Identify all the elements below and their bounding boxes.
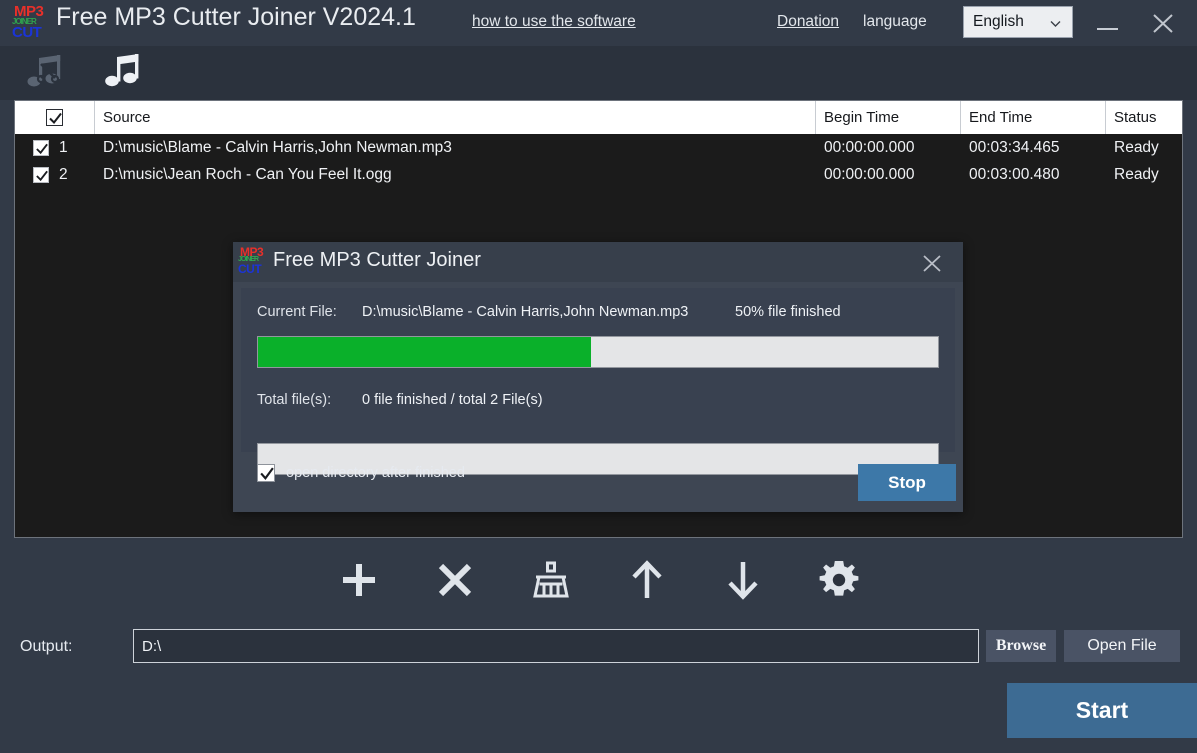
current-file-value: D:\music\Blame - Calvin Harris,John Newm…: [362, 304, 688, 320]
current-file-progress-fill: [258, 337, 591, 367]
row-checkbox[interactable]: [33, 167, 49, 183]
move-up-button[interactable]: [621, 554, 673, 606]
start-button[interactable]: Start: [1007, 683, 1197, 738]
file-list-header: Source Begin Time End Time Status: [15, 101, 1182, 134]
column-header-end-time[interactable]: End Time: [961, 101, 1106, 134]
total-files-label: Total file(s):: [257, 392, 331, 408]
current-file-percent: 50% file finished: [735, 304, 841, 320]
dialog-logo-line-3: CUT: [238, 262, 261, 276]
output-label: Output:: [20, 638, 72, 656]
column-header-status[interactable]: Status: [1106, 101, 1182, 134]
app-window: MP3 JOINER CUT Free MP3 Cutter Joiner V2…: [0, 0, 1197, 753]
row-end-time: 00:03:34.465: [961, 139, 1106, 157]
progress-dialog: MP3 JOINER CUT Free MP3 Cutter Joiner Cu…: [233, 242, 963, 512]
row-status: Ready: [1106, 139, 1182, 157]
row-checkbox[interactable]: [33, 140, 49, 156]
donation-link[interactable]: Donation: [777, 13, 839, 31]
settings-button[interactable]: [813, 554, 865, 606]
row-index: 1: [59, 139, 73, 157]
checkmark-icon: [48, 111, 63, 126]
logo-line-3: CUT: [12, 25, 41, 40]
arrow-down-icon: [719, 556, 767, 604]
checkmark-icon: [35, 142, 49, 156]
checkmark-icon: [259, 466, 275, 482]
dialog-close-button[interactable]: [919, 251, 945, 275]
column-header-source[interactable]: Source: [95, 101, 816, 134]
open-file-button[interactable]: Open File: [1064, 630, 1180, 662]
close-icon: [1143, 8, 1183, 38]
row-end-time: 00:03:00.480: [961, 166, 1106, 184]
dialog-progress-panel: Current File: D:\music\Blame - Calvin Ha…: [241, 288, 955, 452]
language-select[interactable]: English: [963, 6, 1073, 38]
remove-file-button[interactable]: [429, 554, 481, 606]
move-down-button[interactable]: [717, 554, 769, 606]
current-file-label: Current File:: [257, 304, 337, 320]
tab-joiner[interactable]: [84, 46, 162, 100]
current-file-progress-bar: [257, 336, 939, 368]
app-title: Free MP3 Cutter Joiner V2024.1: [56, 3, 416, 32]
row-begin-time: 00:00:00.000: [816, 166, 961, 184]
app-logo-icon: MP3 JOINER CUT: [10, 3, 62, 43]
close-icon: [919, 251, 945, 275]
clear-list-button[interactable]: [525, 554, 577, 606]
tab-strip: [0, 46, 1197, 100]
chevron-down-icon: [1050, 16, 1061, 27]
table-row[interactable]: 2 D:\music\Jean Roch - Can You Feel It.o…: [15, 161, 1182, 188]
row-status: Ready: [1106, 166, 1182, 184]
browse-button[interactable]: Browse: [986, 630, 1056, 662]
minimize-button[interactable]: [1090, 10, 1126, 36]
broom-icon: [527, 556, 575, 604]
dialog-title-bar: MP3 JOINER CUT Free MP3 Cutter Joiner: [233, 242, 963, 282]
select-all-cell[interactable]: [15, 101, 95, 134]
stop-button[interactable]: Stop: [858, 464, 956, 501]
open-directory-checkbox[interactable]: [257, 464, 275, 482]
close-button[interactable]: [1143, 8, 1183, 38]
output-path-input[interactable]: D:\: [133, 629, 979, 663]
column-header-begin-time[interactable]: Begin Time: [816, 101, 961, 134]
music-note-scissors-icon: [25, 52, 65, 95]
dialog-title: Free MP3 Cutter Joiner: [273, 249, 481, 272]
action-toolbar: [14, 538, 1183, 622]
arrow-up-icon: [623, 556, 671, 604]
how-to-use-link[interactable]: how to use the software: [472, 13, 636, 31]
open-directory-option[interactable]: open directory after finished: [257, 464, 465, 482]
row-source: D:\music\Blame - Calvin Harris,John Newm…: [95, 139, 816, 157]
plus-icon: [335, 556, 383, 604]
gear-icon: [815, 556, 863, 604]
checkmark-icon: [35, 169, 49, 183]
open-directory-label: open directory after finished: [286, 465, 465, 481]
music-notes-icon: [103, 52, 143, 95]
row-begin-time: 00:00:00.000: [816, 139, 961, 157]
row-select-cell[interactable]: 1: [15, 139, 95, 157]
row-index: 2: [59, 166, 73, 184]
row-source: D:\music\Jean Roch - Can You Feel It.ogg: [95, 166, 816, 184]
language-select-value: English: [973, 13, 1024, 31]
select-all-checkbox[interactable]: [46, 109, 63, 126]
table-row[interactable]: 1 D:\music\Blame - Calvin Harris,John Ne…: [15, 134, 1182, 161]
title-bar: MP3 JOINER CUT Free MP3 Cutter Joiner V2…: [0, 0, 1197, 46]
add-file-button[interactable]: [333, 554, 385, 606]
close-x-icon: [431, 556, 479, 604]
tab-cutter[interactable]: [6, 46, 84, 100]
row-select-cell[interactable]: 2: [15, 166, 95, 184]
language-label: language: [863, 13, 927, 31]
total-files-value: 0 file finished / total 2 File(s): [362, 392, 543, 408]
